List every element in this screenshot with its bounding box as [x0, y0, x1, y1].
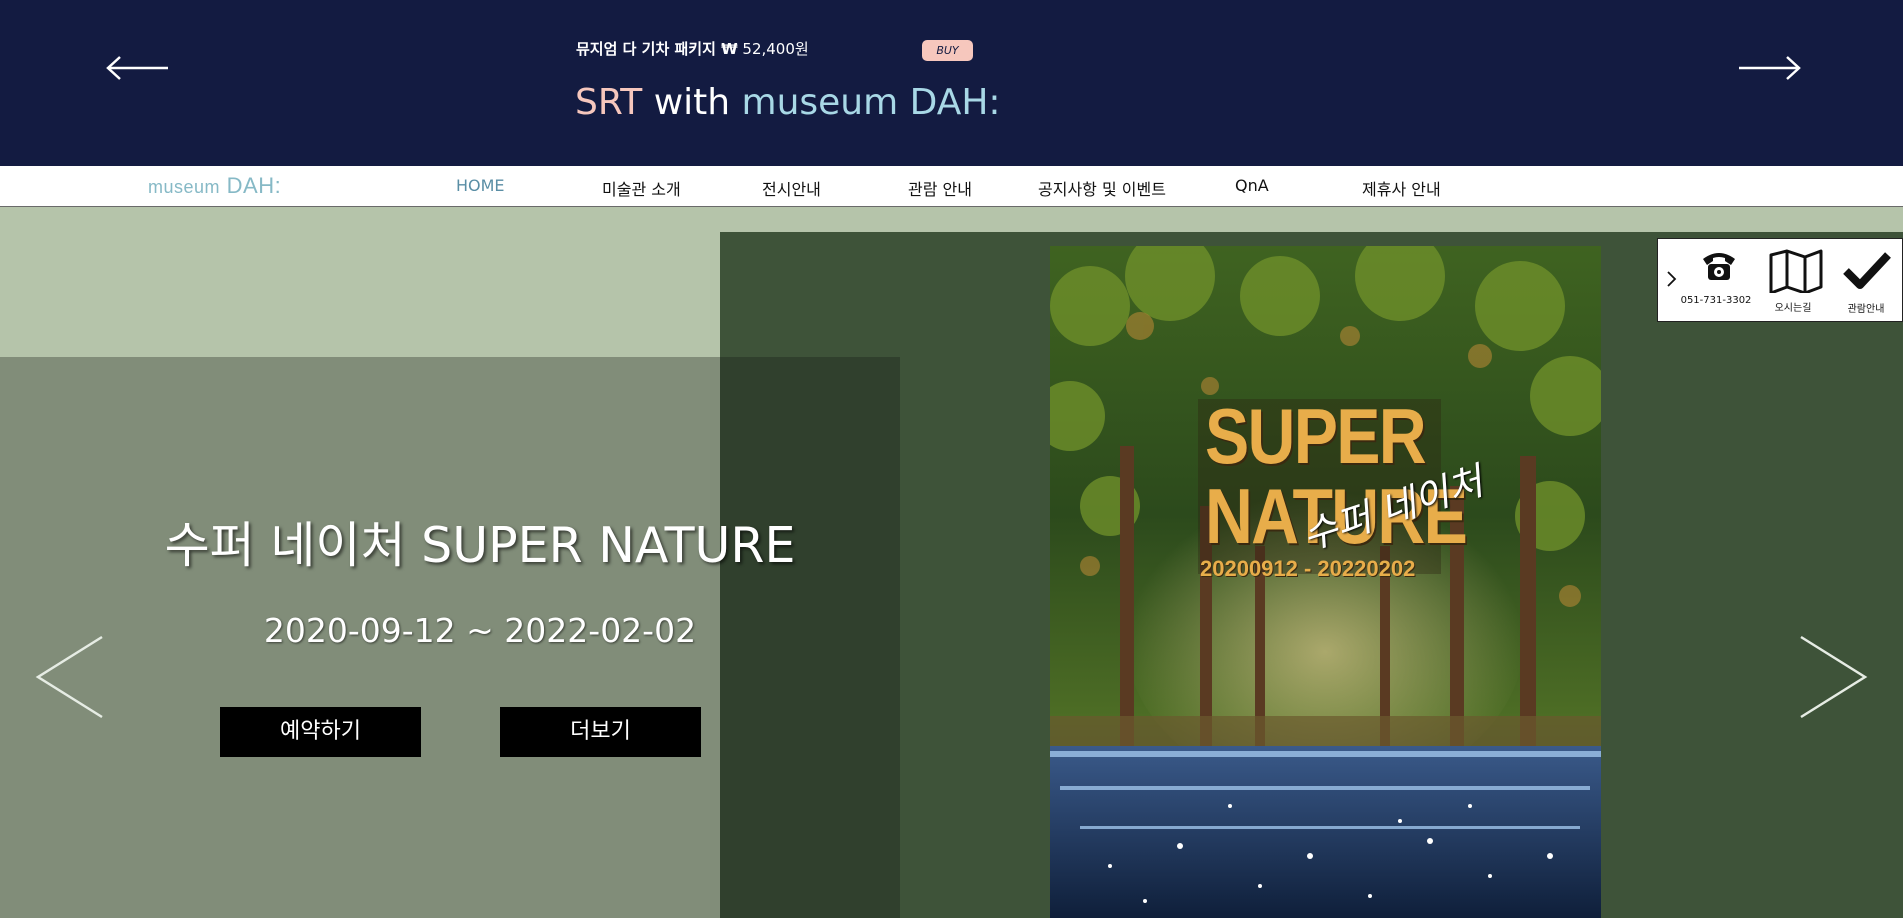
arrow-left-icon[interactable] [104, 52, 172, 84]
site-logo[interactable]: museum DAH: [148, 173, 281, 199]
buy-button[interactable]: BUY [922, 40, 973, 61]
directions-link[interactable]: 오시는길 [1758, 239, 1828, 323]
check-icon [1843, 252, 1891, 289]
quick-menu: 051-731-3302 오시는길 관람안내 [1657, 238, 1903, 322]
poster-dates: 20200912 - 20220202 [1200, 556, 1416, 581]
phone-icon [1703, 253, 1735, 280]
visit-guide-link[interactable]: 관람안내 [1830, 239, 1902, 323]
map-icon [1769, 249, 1823, 293]
nav-item-partners[interactable]: 제휴사 안내 [1362, 176, 1441, 200]
promo-banner: 뮤지엄 다 기차 패키지 ₩ 52,400원 BUY SRT with muse… [0, 0, 1903, 166]
banner-title-srt: SRT [575, 82, 643, 123]
chevron-right-icon[interactable] [1666, 269, 1678, 289]
logo-word: museum [148, 177, 221, 197]
exhibition-title: 수퍼 네이처 SUPER NATURE [164, 517, 796, 574]
banner-title: SRT with museum DAH: [575, 82, 1001, 123]
logo-mark: DAH: [220, 173, 282, 198]
phone-link[interactable]: 051-731-3302 [1678, 239, 1754, 323]
forest-poster-image [1050, 246, 1601, 918]
promo-name: 뮤지엄 다 기차 패키지 ₩ [576, 40, 738, 58]
nav-item-notice-events[interactable]: 공지사항 및 이벤트 [1038, 176, 1166, 200]
directions-label: 오시는길 [1774, 303, 1812, 314]
nav-item-qna[interactable]: QnA [1235, 176, 1269, 195]
chevron-right-icon[interactable] [1797, 633, 1869, 721]
phone-number: 051-731-3302 [1680, 295, 1752, 306]
exhibition-dates: 2020-09-12 ~ 2022-02-02 [263, 611, 697, 650]
nav-item-about[interactable]: 미술관 소개 [602, 176, 681, 200]
nav-item-exhibitions[interactable]: 전시안내 [762, 176, 821, 200]
promo-price: 52,400원 [737, 40, 809, 58]
exhibition-poster[interactable]: SUPER NATURE 수퍼 네이처 20200912 - 20220202 [1050, 246, 1601, 918]
visit-guide-label: 관람안내 [1847, 304, 1885, 315]
nav-item-visit-info[interactable]: 관람 안내 [908, 176, 972, 200]
banner-title-with: with [642, 82, 742, 123]
nav-item-home[interactable]: HOME [456, 176, 505, 195]
arrow-right-icon[interactable] [1735, 52, 1803, 84]
chevron-left-icon[interactable] [34, 633, 106, 721]
banner-title-museum: museum DAH: [741, 82, 1001, 123]
hero-slider: SUPER NATURE 수퍼 네이처 20200912 - 20220202 … [0, 208, 1903, 918]
reserve-button[interactable]: 예약하기 [220, 707, 421, 757]
promo-text: 뮤지엄 다 기차 패키지 ₩ 52,400원 [576, 38, 809, 59]
main-nav: museum DAH: HOME 미술관 소개 전시안내 관람 안내 공지사항 … [0, 166, 1903, 207]
more-button[interactable]: 더보기 [500, 707, 701, 757]
